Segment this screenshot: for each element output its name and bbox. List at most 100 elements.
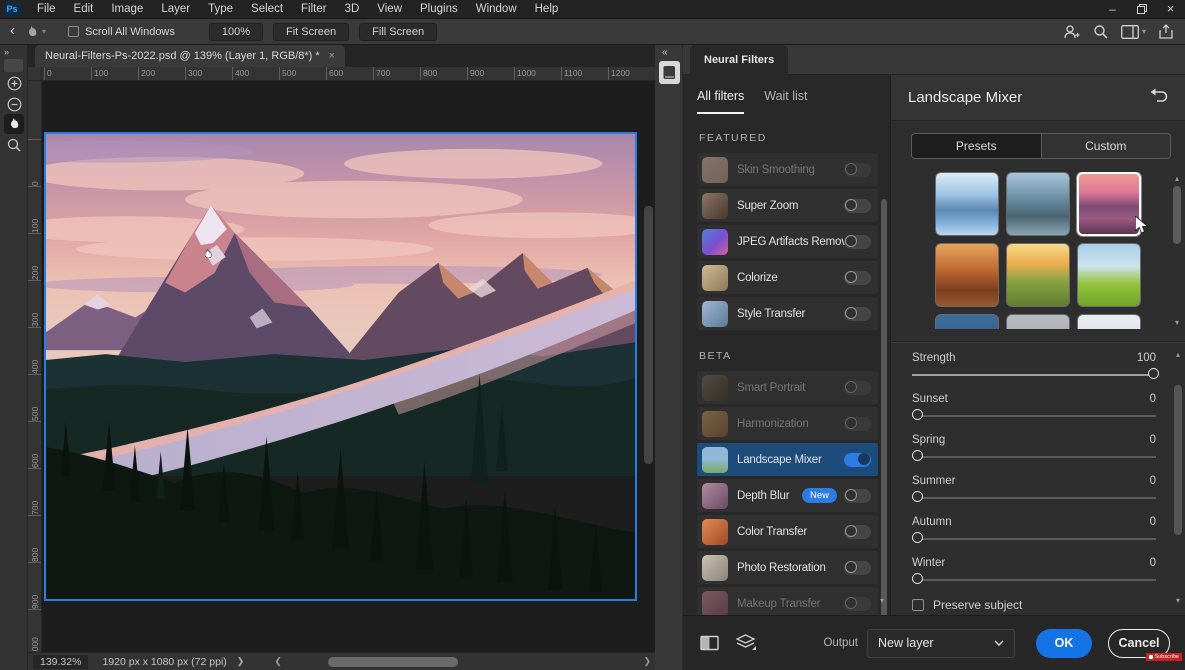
ok-button[interactable]: OK (1036, 629, 1092, 658)
scroll-down-icon[interactable]: ▾ (1175, 318, 1179, 327)
menu-item[interactable]: 3D (336, 0, 369, 19)
reset-icon[interactable] (1150, 88, 1168, 108)
zoom-in-tool[interactable] (4, 73, 24, 93)
tab-custom[interactable]: Custom (1042, 134, 1171, 158)
menu-item[interactable]: Select (242, 0, 292, 19)
filter-toggle[interactable] (844, 307, 871, 321)
search-icon[interactable] (1093, 24, 1108, 39)
scroll-right-icon[interactable]: ❯ (643, 656, 651, 667)
settings-scrollbar[interactable]: ▴ ▾ (1173, 350, 1183, 605)
scroll-down-icon[interactable]: ▾ (1176, 596, 1180, 605)
filter-row[interactable]: Depth Blur New (697, 479, 878, 512)
restore-button[interactable] (1127, 4, 1156, 14)
slider-track[interactable] (912, 446, 1156, 466)
status-arrow-icon[interactable]: ❯ (237, 656, 245, 667)
back-arrow-icon[interactable]: ‹ (0, 22, 25, 41)
filter-row[interactable]: Colorize (697, 261, 878, 294)
filter-toggle[interactable] (844, 453, 871, 467)
slider-track[interactable] (912, 569, 1156, 589)
filter-row[interactable]: Color Transfer (697, 515, 878, 548)
scroll-left-icon[interactable]: ❮ (274, 656, 282, 667)
preset-thumbnail[interactable] (935, 243, 999, 307)
zoom-tool[interactable] (4, 135, 24, 155)
preset-thumbnail[interactable] (1077, 172, 1141, 236)
slider-track[interactable] (912, 528, 1156, 548)
scroll-up-icon[interactable]: ▴ (1175, 174, 1179, 183)
filter-toggle[interactable] (844, 381, 871, 395)
hand-tool-icon[interactable]: ▾ (25, 25, 56, 39)
filter-toggle[interactable] (844, 597, 871, 611)
preset-thumbnail[interactable] (1006, 314, 1070, 329)
horizontal-scrollbar[interactable] (286, 656, 640, 668)
menu-item[interactable]: View (368, 0, 411, 19)
menu-item[interactable]: Help (526, 0, 568, 19)
filter-toggle[interactable] (844, 199, 871, 213)
preview-split-icon[interactable] (700, 635, 719, 651)
account-icon[interactable] (1063, 24, 1080, 40)
menu-item[interactable]: Filter (292, 0, 336, 19)
scroll-down-icon[interactable]: ▾ (880, 596, 884, 605)
filter-toggle[interactable] (844, 163, 871, 177)
vertical-scrollbar[interactable] (644, 206, 653, 464)
menu-item[interactable]: Window (467, 0, 526, 19)
slider-knob[interactable] (912, 409, 923, 420)
fit-screen-button[interactable]: Fit Screen (273, 23, 349, 41)
slider-knob[interactable] (912, 450, 923, 461)
menu-item[interactable]: Image (102, 0, 152, 19)
close-button[interactable] (1156, 0, 1185, 19)
filter-toggle[interactable] (844, 561, 871, 575)
scrollbar-thumb[interactable] (881, 199, 887, 639)
slider-track[interactable] (912, 364, 1156, 384)
menu-item[interactable]: Edit (65, 0, 103, 19)
tab-presets[interactable]: Presets (912, 134, 1042, 158)
preset-thumbnail[interactable] (1006, 243, 1070, 307)
preset-thumbnail[interactable] (935, 314, 999, 329)
filter-row[interactable]: Smart Portrait (697, 371, 878, 404)
preserve-subject-checkbox[interactable]: Preserve subject (912, 598, 1185, 612)
close-tab-icon[interactable]: × (329, 50, 335, 62)
document-tab[interactable]: Neural-Filters-Ps-2022.psd @ 139% (Layer… (35, 45, 345, 67)
workspace-icon[interactable]: ▾ (1121, 25, 1146, 39)
filter-row[interactable]: Super Zoom (697, 189, 878, 222)
filter-row[interactable]: Style Transfer (697, 297, 878, 330)
filter-list-scrollbar[interactable]: ▾ (880, 121, 888, 589)
filter-toggle[interactable] (844, 489, 871, 503)
filter-toggle[interactable] (844, 271, 871, 285)
menu-item[interactable]: Type (199, 0, 242, 19)
slider-knob[interactable] (912, 573, 923, 584)
filter-toggle[interactable] (844, 525, 871, 539)
slider-knob[interactable] (912, 491, 923, 502)
canvas-image[interactable] (44, 132, 637, 601)
tab-wait-list[interactable]: Wait list (764, 89, 807, 114)
scrollbar-thumb[interactable] (1174, 385, 1182, 535)
neural-filters-tab[interactable]: Neural Filters (690, 45, 788, 75)
filter-toggle[interactable] (844, 417, 871, 431)
zoom-out-tool[interactable] (4, 94, 24, 114)
slider-knob[interactable] (912, 532, 923, 543)
preset-thumbnail[interactable] (1077, 314, 1141, 329)
preset-thumbnail[interactable] (1077, 243, 1141, 307)
slider-track[interactable] (912, 405, 1156, 425)
preset-thumbnail[interactable] (1006, 172, 1070, 236)
filter-row[interactable]: Skin Smoothing (697, 153, 878, 186)
menu-item[interactable]: Layer (152, 0, 199, 19)
filter-toggle[interactable] (844, 235, 871, 249)
menu-item[interactable]: File (28, 0, 65, 19)
zoom-level-field[interactable]: 139.32% (33, 655, 88, 669)
preset-scrollbar[interactable]: ▴ ▾ (1172, 174, 1182, 327)
collapse-panel-icon[interactable]: « (662, 47, 668, 58)
filter-row[interactable]: Landscape Mixer (697, 443, 878, 476)
preset-thumbnail[interactable] (935, 172, 999, 236)
scrollbar-thumb[interactable] (1173, 186, 1181, 244)
minimize-button[interactable] (1098, 0, 1127, 19)
scroll-all-windows-checkbox[interactable]: Scroll All Windows (68, 26, 175, 38)
filter-row[interactable]: JPEG Artifacts Removal (697, 225, 878, 258)
menu-item[interactable]: Plugins (411, 0, 467, 19)
filters-panel-icon[interactable] (659, 61, 680, 84)
slider-knob[interactable] (1148, 368, 1159, 379)
output-select[interactable]: New layer (867, 629, 1015, 658)
horizontal-scrollbar-thumb[interactable] (328, 657, 458, 667)
scroll-up-icon[interactable]: ▴ (1176, 350, 1180, 359)
zoom-100-button[interactable]: 100% (209, 23, 263, 41)
fill-screen-button[interactable]: Fill Screen (359, 23, 437, 41)
